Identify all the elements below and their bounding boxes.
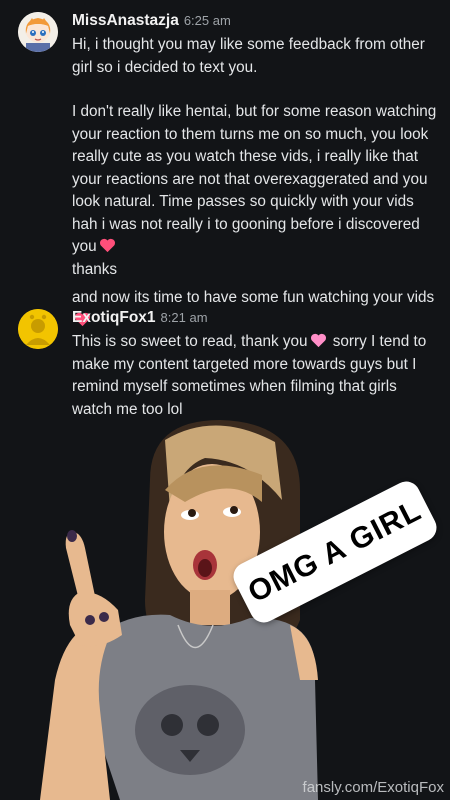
pink-heart-icon [310,333,326,348]
message-body: This is so sweet to read, thank you sorr… [72,331,440,421]
anime-girl-avatar-icon [18,12,58,52]
message-line: I don't really like hentai, but for some… [72,103,437,278]
username[interactable]: ExotiqFox1 [72,309,156,326]
avatar[interactable] [18,309,58,349]
avatar[interactable] [18,12,58,52]
red-heart-icon [99,238,115,253]
username[interactable]: MissAnastazja [72,12,179,29]
message-body: Hi, i thought you may like some feedback… [72,34,440,332]
message-line: Hi, i thought you may like some feedback… [72,36,425,76]
message-header: MissAnastazja 6:25 am [72,12,231,30]
message-line: This is so sweet to read, thank you sorr… [72,333,427,418]
sticker-image [40,420,318,800]
timestamp: 6:25 am [183,13,231,28]
message-header: ExotiqFox1 8:21 am [72,309,208,327]
watermark: fansly.com/ExotiqFox [302,779,444,796]
timestamp: 8:21 am [160,310,208,325]
default-user-avatar-icon [18,309,58,349]
